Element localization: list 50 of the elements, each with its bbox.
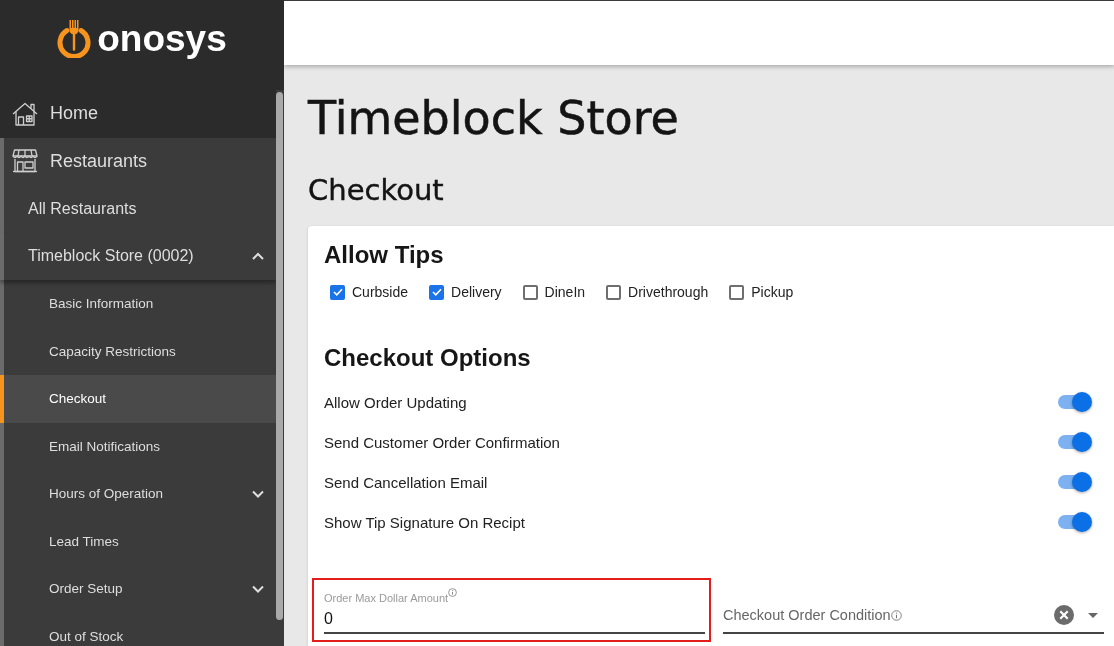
nav-item[interactable]: Basic Information <box>0 280 276 328</box>
house-icon <box>12 101 38 126</box>
nav-item[interactable]: Lead Times <box>0 517 276 565</box>
page-subtitle: Checkout <box>308 172 445 208</box>
logo-icon <box>57 18 92 58</box>
check-icon <box>431 288 442 296</box>
checkbox-label: Delivery <box>451 284 502 300</box>
nav-item[interactable]: Capacity Restrictions <box>0 327 276 375</box>
checkbox[interactable] <box>330 284 345 300</box>
checkbox[interactable] <box>729 284 745 300</box>
check-icon <box>332 288 343 296</box>
checkbox-label: DineIn <box>544 284 586 300</box>
checkbox-label: Curbside <box>352 284 409 300</box>
toggle-switch[interactable] <box>1058 472 1092 492</box>
nav-item[interactable]: Checkout <box>0 375 276 423</box>
page-title: Timeblock Store <box>308 92 680 145</box>
checkbox[interactable] <box>606 284 622 300</box>
input-field[interactable]: 0 <box>324 605 705 634</box>
toggle-label: Send Cancellation Email <box>324 473 488 491</box>
toggle-label: Send Customer Order Confirmation <box>324 433 560 451</box>
logo-text: onosys <box>97 19 227 57</box>
storefront-icon <box>12 149 38 174</box>
nav-item[interactable]: Restaurants <box>0 137 276 185</box>
toggle-label: Allow Order Updating <box>324 393 467 411</box>
checkbox[interactable] <box>522 284 538 300</box>
info-icon <box>448 588 458 597</box>
chevron-down-icon[interactable] <box>252 584 264 593</box>
scrollbar[interactable] <box>276 92 283 620</box>
field-label: Order Max Dollar Amount <box>324 591 449 605</box>
toggle-switch[interactable] <box>1058 512 1092 532</box>
nav-item[interactable]: Email Notifications <box>0 422 276 470</box>
caret-down-icon[interactable] <box>1088 612 1098 618</box>
nav-item[interactable]: Hours of Operation <box>0 470 276 518</box>
section-heading: Checkout Options <box>324 343 532 373</box>
toggle-switch[interactable] <box>1058 432 1092 452</box>
nav-item[interactable]: Timeblock Store (0002) <box>0 232 276 280</box>
close-icon[interactable] <box>1054 605 1074 625</box>
chevron-up-icon[interactable] <box>252 252 264 261</box>
checkbox-label: Pickup <box>751 284 794 300</box>
select-field[interactable]: Checkout Order Condition <box>723 602 1104 634</box>
nav-item[interactable]: Out of Stock <box>0 612 276 646</box>
info-icon <box>890 609 902 621</box>
nav-item[interactable]: Order Setup <box>0 565 276 613</box>
nav-item[interactable]: All Restaurants <box>0 185 276 233</box>
chevron-down-icon[interactable] <box>252 489 264 498</box>
checkbox[interactable] <box>429 284 445 300</box>
toggle-label: Show Tip Signature On Recipt <box>324 513 525 531</box>
toggle-switch[interactable] <box>1058 392 1092 412</box>
checkbox-label: Drivethrough <box>628 284 709 300</box>
section-heading: Allow Tips <box>324 240 445 270</box>
